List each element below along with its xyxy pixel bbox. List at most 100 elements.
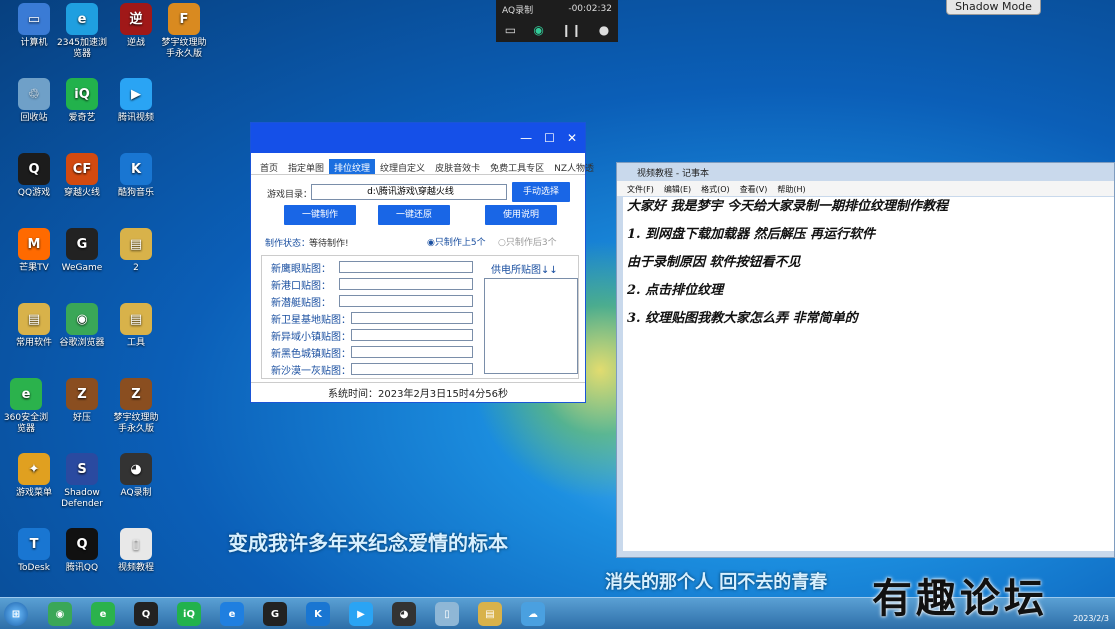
- app-icon: K: [120, 153, 152, 185]
- app-titlebar: — ☐ ✕: [251, 123, 585, 153]
- radio-top5[interactable]: ◉只制作上5个: [427, 235, 486, 248]
- desktop-icon[interactable]: ◉ 谷歌浏览器: [56, 303, 108, 349]
- desktop-icon[interactable]: M 芒果TV: [8, 228, 60, 274]
- desktop-icon[interactable]: iQ 爱奇艺: [56, 78, 108, 124]
- forum-watermark: 有趣论坛: [872, 575, 1048, 622]
- subtitle-line2: 消失的那个人 回不去的青春: [605, 572, 828, 593]
- tab-item[interactable]: 首页: [255, 159, 283, 174]
- game-dir-input[interactable]: d:\腾讯游戏\穿越火线: [311, 184, 507, 200]
- texture-field-input[interactable]: [351, 312, 473, 324]
- close-icon[interactable]: ✕: [567, 131, 577, 145]
- desktop-icon[interactable]: 逆逆战: [110, 3, 162, 49]
- taskbar-notepad-icon[interactable]: ▯: [435, 602, 459, 626]
- menu-item[interactable]: 文件(F): [627, 184, 654, 194]
- tab-item[interactable]: 指定单图: [283, 159, 329, 174]
- one-click-make-button[interactable]: 一键制作: [284, 205, 356, 225]
- app-icon: e: [66, 3, 98, 35]
- desktop-icon-label: QQ游戏: [17, 188, 51, 198]
- taskbar-tencent-video-icon[interactable]: ▶: [349, 602, 373, 626]
- taskbar-aq-icon[interactable]: ◕: [392, 602, 416, 626]
- desktop-icon[interactable]: e 2345加速浏览器: [56, 3, 108, 60]
- tab-item[interactable]: 纹理自定义: [375, 159, 430, 174]
- tab-item[interactable]: 排位纹理: [329, 159, 376, 174]
- desktop-icon[interactable]: e 360安全浏览器: [0, 378, 52, 435]
- taskbar-explorer-icon[interactable]: ▤: [478, 602, 502, 626]
- taskbar-360-icon[interactable]: e: [91, 602, 115, 626]
- usage-guide-button[interactable]: 使用说明: [485, 205, 557, 225]
- tab-item[interactable]: 免费工具专区: [485, 159, 549, 174]
- desktop-icon[interactable]: Z 梦宇纹理助手永久版: [110, 378, 162, 435]
- app-icon: S: [66, 453, 98, 485]
- subtitle-line1: 变成我许多年来纪念爱情的标本: [228, 531, 508, 555]
- desktop-icon[interactable]: Q QQ游戏: [8, 153, 60, 199]
- power-station-input[interactable]: [484, 278, 578, 374]
- texture-field-input[interactable]: [351, 363, 473, 375]
- notepad-line: 由于录制原因 软件按钮看不见: [627, 255, 801, 270]
- desktop-icon[interactable]: S Shadow Defender: [56, 453, 108, 510]
- manual-select-button[interactable]: 手动选择: [512, 182, 570, 202]
- desktop-icon[interactable]: ▯ 视频教程: [110, 528, 162, 574]
- shadow-mode-button[interactable]: Shadow Mode: [946, 0, 1041, 15]
- desktop-icon-label: 芒果TV: [19, 263, 49, 273]
- maximize-icon[interactable]: ☐: [544, 131, 555, 145]
- recorder-app-name: AQ录制: [502, 5, 534, 16]
- taskbar-iqiyi-icon[interactable]: iQ: [177, 602, 201, 626]
- desktop-icon[interactable]: ◕ AQ录制: [110, 453, 162, 499]
- desktop-icon[interactable]: ▤ 常用软件: [8, 303, 60, 349]
- texture-field-input[interactable]: [339, 278, 473, 290]
- taskbar-cloud-icon[interactable]: ☁: [521, 602, 545, 626]
- texture-field-input[interactable]: [351, 329, 473, 341]
- texture-field-label: 新沙漠一灰贴图：: [271, 366, 351, 377]
- mic-icon[interactable]: ●: [599, 23, 609, 37]
- app-icon: ▤: [18, 303, 50, 335]
- desktop-icon[interactable]: Z 好压: [56, 378, 108, 424]
- texture-field-label: 新潜艇贴图：: [271, 298, 331, 309]
- pause-icon[interactable]: ❙❙: [561, 23, 581, 37]
- menu-item[interactable]: 查看(V): [740, 184, 768, 194]
- texture-field-input[interactable]: [351, 346, 473, 358]
- desktop-icon[interactable]: ▭ 计算机: [8, 3, 60, 49]
- start-button[interactable]: ⊞: [4, 602, 28, 626]
- radio-last3[interactable]: ○只制作后3个: [498, 235, 557, 248]
- notepad-text-area[interactable]: 大家好 我是梦宇 今天给大家录制一期排位纹理制作教程 1. 到网盘下载加载器 然后…: [623, 197, 1114, 551]
- tab-item[interactable]: 皮肤音效卡: [430, 159, 485, 174]
- texture-field-input[interactable]: [339, 295, 473, 307]
- one-click-restore-button[interactable]: 一键还原: [378, 205, 450, 225]
- desktop-icon-label: 梦宇纹理助手永久版: [161, 38, 207, 59]
- recorder-toolbar[interactable]: AQ录制 -00:02:32 ▭ ◉ ❙❙ ●: [496, 0, 618, 42]
- desktop-icon[interactable]: F 梦宇纹理助手永久版: [158, 3, 210, 60]
- desktop-icon-label: 2345加速浏览器: [57, 38, 107, 59]
- taskbar-qq-game-icon[interactable]: Q: [134, 602, 158, 626]
- menu-item[interactable]: 格式(O): [701, 184, 730, 194]
- desktop-icon[interactable]: G WeGame: [56, 228, 108, 274]
- desktop-icon[interactable]: ♲ 回收站: [8, 78, 60, 124]
- app-icon: ✦: [18, 453, 50, 485]
- app-icon: Q: [66, 528, 98, 560]
- minimize-icon[interactable]: —: [520, 131, 532, 145]
- menu-item[interactable]: 帮助(H): [777, 184, 805, 194]
- desktop-icon[interactable]: Q 腾讯QQ: [56, 528, 108, 574]
- desktop-icon[interactable]: CF 穿越火线: [56, 153, 108, 199]
- tab-item[interactable]: NZ人物透: [549, 159, 599, 174]
- app-icon: CF: [66, 153, 98, 185]
- desktop-icon-label: 爱奇艺: [68, 113, 96, 123]
- desktop-icon-label: WeGame: [61, 263, 103, 273]
- taskbar-wegame-icon[interactable]: G: [263, 602, 287, 626]
- desktop-icon[interactable]: ▤ 2: [110, 228, 162, 274]
- taskbar-kugou-icon[interactable]: K: [306, 602, 330, 626]
- menu-item[interactable]: 编辑(E): [664, 184, 691, 194]
- desktop-icon[interactable]: ▶ 腾讯视频: [110, 78, 162, 124]
- desktop-icon[interactable]: K 酷狗音乐: [110, 153, 162, 199]
- desktop-icon[interactable]: T ToDesk: [8, 528, 60, 574]
- texture-field-label: 新鹰眼贴图：: [271, 264, 331, 275]
- recorder-time: -00:02:32: [568, 4, 612, 14]
- desktop-icon[interactable]: ▤ 工具: [110, 303, 162, 349]
- taskbar-chrome-icon[interactable]: ◉: [48, 602, 72, 626]
- desktop-icon[interactable]: ✦ 游戏菜单: [8, 453, 60, 499]
- taskbar-ie-icon[interactable]: e: [220, 602, 244, 626]
- texture-field-label: 新异域小镇贴图：: [271, 332, 351, 343]
- texture-field-input[interactable]: [339, 261, 473, 273]
- record-icon[interactable]: ◉: [533, 23, 543, 37]
- app-icon: T: [18, 528, 50, 560]
- window-icon[interactable]: ▭: [505, 23, 516, 37]
